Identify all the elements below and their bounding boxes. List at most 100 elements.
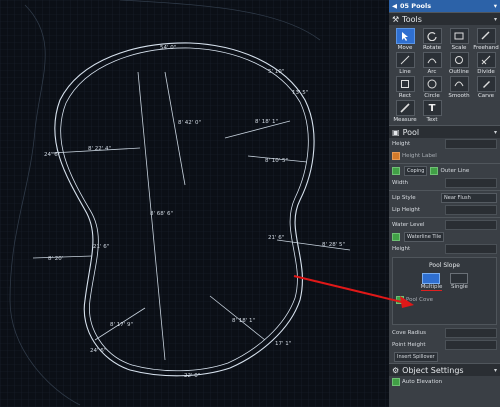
tool-scale[interactable]: Scale: [446, 28, 472, 51]
point-height-row: Point Height: [389, 339, 500, 351]
tool-rotate[interactable]: Rotate: [419, 28, 445, 51]
water-level-label: Water Level: [392, 222, 425, 228]
tool-smooth[interactable]: Smooth: [446, 76, 472, 99]
height-label-row[interactable]: Height Label: [389, 150, 500, 162]
slope-single-label: Single: [450, 284, 468, 290]
insert-spillover-button[interactable]: Insert Spillover: [394, 352, 438, 362]
tools-grid: Move Rotate Scale Freehand Line Arc Outl…: [389, 25, 500, 125]
dimension-label: 8' 68' 6": [150, 211, 173, 217]
chevron-down-icon[interactable]: ▾: [494, 16, 497, 23]
cove-radius-field[interactable]: [445, 328, 497, 338]
tool-label: Arc: [427, 69, 437, 75]
auto-elevation-label: Auto Elevation: [402, 379, 443, 385]
tool-label: Measure: [393, 117, 417, 123]
lip-style-label: Lip Style: [392, 195, 416, 201]
waterline-tile-checkbox[interactable]: [392, 233, 400, 241]
coping-toggle[interactable]: Coping: [404, 166, 428, 176]
height2-field[interactable]: [445, 244, 497, 254]
scale-icon: [449, 28, 469, 44]
multiple-slope-icon: [422, 273, 441, 284]
coping-checkbox[interactable]: [392, 167, 400, 175]
coping-row: Coping Outer Line: [389, 165, 500, 177]
height-row: Height: [389, 138, 500, 150]
auto-elevation-checkbox[interactable]: [392, 378, 400, 386]
water-level-field[interactable]: [445, 220, 497, 230]
pool-slope-title: Pool Slope: [429, 262, 460, 269]
tool-label: Carve: [477, 93, 495, 99]
outer-line-checkbox[interactable]: [430, 167, 439, 175]
chevron-down-icon[interactable]: ▾: [494, 129, 497, 136]
point-height-label: Point Height: [392, 342, 426, 348]
tool-freehand[interactable]: Freehand: [473, 28, 499, 51]
cove-radius-label: Cove Radius: [392, 330, 427, 336]
tool-text[interactable]: T Text: [419, 100, 445, 123]
object-settings-label: Object Settings: [402, 365, 464, 375]
pool-section-header[interactable]: ▣ Pool ▾: [389, 125, 500, 138]
tool-label: Smooth: [448, 93, 470, 99]
pool-section-label: Pool: [402, 127, 420, 137]
pool-icon: ▣: [392, 127, 400, 137]
tool-measure[interactable]: Measure: [392, 100, 418, 123]
tool-circle[interactable]: Circle: [419, 76, 445, 99]
object-settings-header[interactable]: ⚙ Object Settings ▾: [389, 363, 500, 376]
tool-label: Freehand: [473, 45, 499, 51]
lip-height-label: Lip Height: [392, 207, 421, 213]
point-height-field[interactable]: [445, 340, 497, 350]
tool-label: Move: [397, 45, 413, 51]
dimension-label: 24' 6": [90, 348, 106, 354]
smooth-icon: [449, 76, 469, 92]
chevron-down-icon[interactable]: ▾: [494, 2, 497, 10]
dimension-label: 8' 17' 9": [110, 322, 133, 328]
pool-cove-checkbox[interactable]: [396, 296, 404, 304]
chevron-left-icon[interactable]: ◀: [392, 2, 397, 10]
single-slope-icon: [450, 273, 469, 284]
tool-outline[interactable]: Outline: [446, 52, 472, 75]
measure-icon: [395, 100, 415, 116]
lip-height-row: Lip Height: [389, 204, 500, 216]
panel-titlebar: ◀ 05 Pools ▾: [389, 0, 500, 12]
tools-section-header[interactable]: ⚒ Tools ▾: [389, 12, 500, 25]
dimension-label: 8' 18' 1": [232, 318, 255, 324]
dimension-label: 8' 22' 4": [88, 146, 111, 152]
rect-icon: [395, 76, 415, 92]
dimension-label: 8' 42' 0": [178, 120, 201, 126]
carve-icon: [476, 76, 496, 92]
pool-slope-options: Multiple Single: [393, 273, 496, 291]
tool-label: Scale: [451, 45, 467, 51]
dimension-label: 21' 6": [268, 235, 284, 241]
lip-height-field[interactable]: [445, 205, 497, 215]
properties-panel: ◀ 05 Pools ▾ ⚒ Tools ▾ Move Rotate Scale…: [389, 0, 500, 407]
tool-divide[interactable]: Divide: [473, 52, 499, 75]
drawing-canvas[interactable]: 54' 0" 5' 10" 13' 5" 24' 6" 8' 22' 4" 8'…: [0, 0, 389, 407]
dimension-label: 13' 5": [292, 90, 308, 96]
lip-style-dropdown[interactable]: Near Flush: [441, 193, 497, 203]
text-icon: T: [422, 100, 442, 116]
rotate-icon: [422, 28, 442, 44]
width-field[interactable]: [445, 178, 497, 188]
slope-multiple-option[interactable]: Multiple: [420, 273, 443, 291]
freehand-icon: [476, 28, 496, 44]
chevron-down-icon[interactable]: ▾: [494, 367, 497, 374]
dimension-label: 5' 10": [268, 69, 284, 75]
tool-carve[interactable]: Carve: [473, 76, 499, 99]
water-level-row: Water Level: [389, 219, 500, 231]
dimension-label: 8' 20': [48, 256, 63, 262]
height-label-toggle: Height Label: [402, 153, 437, 159]
tool-rect[interactable]: Rect: [392, 76, 418, 99]
tools-section-label: Tools: [402, 14, 422, 24]
gear-icon: ⚙: [392, 365, 400, 375]
divide-icon: [476, 52, 496, 68]
cove-radius-row: Cove Radius: [389, 327, 500, 339]
tool-move[interactable]: Move: [392, 28, 418, 51]
height-field[interactable]: [445, 139, 497, 149]
tool-line[interactable]: Line: [392, 52, 418, 75]
tool-label: Divide: [477, 69, 495, 75]
slope-single-option[interactable]: Single: [450, 273, 469, 291]
outline-icon: [449, 52, 469, 68]
height-label-checkbox[interactable]: [392, 152, 400, 160]
waterline-tile-toggle[interactable]: Waterline Tile: [404, 232, 445, 242]
width-row: Width: [389, 177, 500, 189]
tool-arc[interactable]: Arc: [419, 52, 445, 75]
dimension-label: 21' 6": [93, 244, 109, 250]
tool-label: Text: [426, 117, 438, 123]
